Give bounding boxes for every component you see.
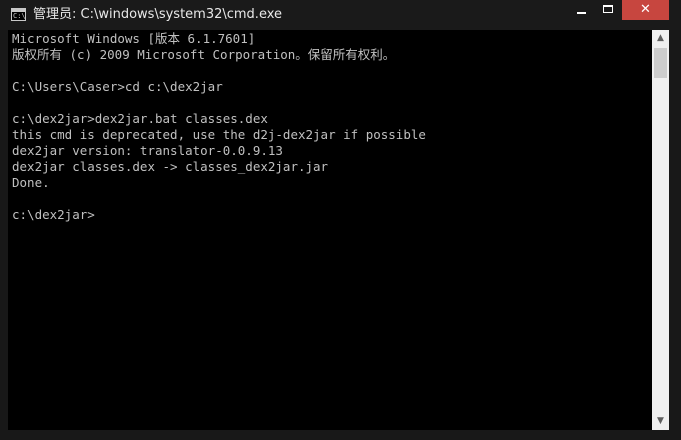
console-line: C:\Users\Caser>cd c:\dex2jar [12, 79, 223, 94]
console-output[interactable]: Microsoft Windows [版本 6.1.7601] 版权所有 (c)… [8, 30, 652, 430]
vertical-scrollbar[interactable]: ▲ ▼ [652, 30, 669, 430]
console-prompt-line: c:\dex2jar> [12, 207, 95, 222]
console-lines: Microsoft Windows [版本 6.1.7601] 版权所有 (c)… [12, 31, 426, 223]
scroll-up-button[interactable]: ▲ [652, 30, 669, 47]
window-title: 管理员: C:\windows\system32\cmd.exe [33, 7, 282, 22]
console-line: Done. [12, 175, 50, 190]
prompt-glyph: C:\ [13, 12, 26, 20]
scroll-thumb[interactable] [654, 48, 667, 78]
cmd-window: C:\ 管理员: C:\windows\system32\cmd.exe ✕ M… [0, 0, 681, 440]
console-line: dex2jar classes.dex -> classes_dex2jar.j… [12, 159, 329, 174]
close-button[interactable]: ✕ [622, 0, 669, 20]
scroll-down-arrow-icon: ▼ [657, 416, 664, 426]
minimize-button[interactable] [568, 0, 595, 20]
maximize-button[interactable] [595, 0, 622, 20]
close-icon: ✕ [640, 2, 651, 17]
cmd-prompt-icon[interactable]: C:\ [11, 8, 26, 21]
console-line: Microsoft Windows [版本 6.1.7601] [12, 31, 256, 46]
title-bar[interactable]: C:\ 管理员: C:\windows\system32\cmd.exe ✕ [0, 0, 681, 30]
console-line: this cmd is deprecated, use the d2j-dex2… [12, 127, 426, 142]
console-line: c:\dex2jar>dex2jar.bat classes.dex [12, 111, 268, 126]
window-bottom-border [0, 430, 681, 440]
scroll-up-arrow-icon: ▲ [657, 33, 664, 43]
console-line: dex2jar version: translator-0.0.9.13 [12, 143, 283, 158]
maximize-icon [603, 5, 613, 13]
minimize-icon [577, 12, 586, 14]
console-line: 版权所有 (c) 2009 Microsoft Corporation。保留所有… [12, 47, 396, 62]
scroll-down-button[interactable]: ▼ [652, 413, 669, 430]
